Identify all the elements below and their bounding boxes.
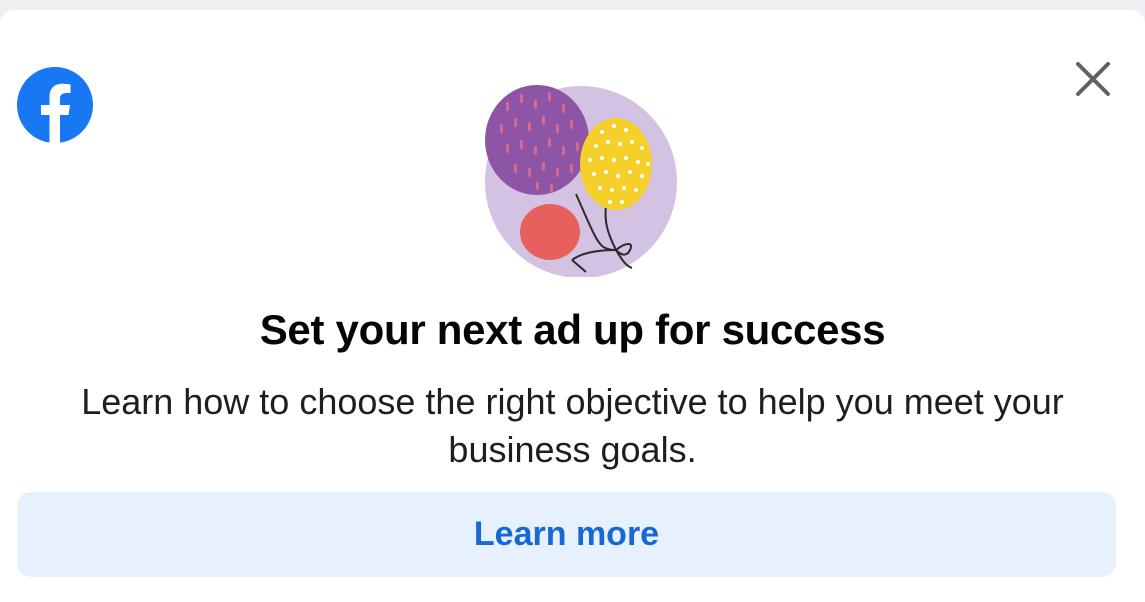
learn-more-button[interactable]: Learn more bbox=[17, 492, 1116, 577]
dialog-title: Set your next ad up for success bbox=[259, 306, 886, 353]
balloons-illustration bbox=[476, 72, 686, 278]
dialog-description: Learn how to choose the right objective … bbox=[81, 381, 1064, 470]
facebook-logo-icon bbox=[16, 66, 94, 144]
close-icon bbox=[1076, 62, 1110, 96]
learn-more-label: Learn more bbox=[473, 515, 660, 553]
ad-tip-dialog: Set your next ad up for success Learn ho… bbox=[0, 10, 1145, 602]
close-button[interactable] bbox=[1068, 54, 1118, 104]
